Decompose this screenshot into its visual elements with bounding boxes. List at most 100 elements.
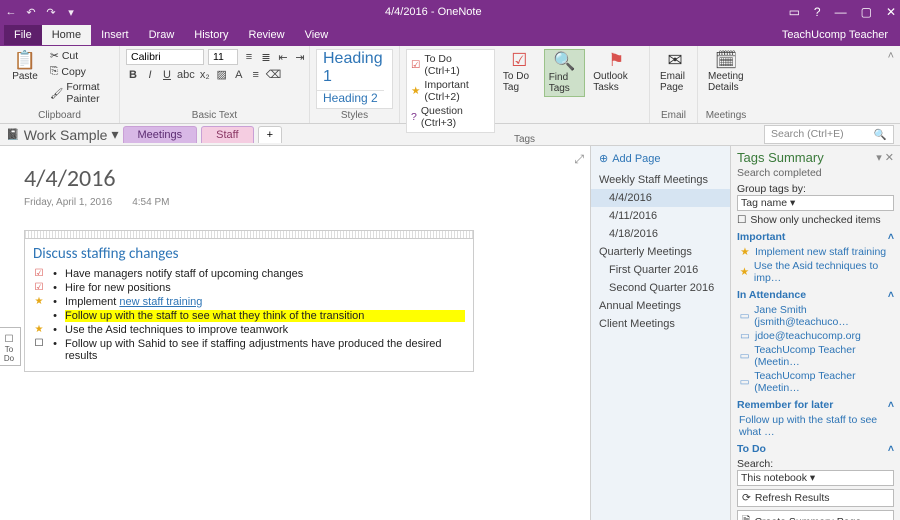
underline-button[interactable]: U [160,69,174,81]
fullpage-icon[interactable]: ⤢ [574,152,584,167]
font-size-select[interactable]: 11 [208,49,238,65]
list-item[interactable]: ★•Use the Asid techniques to improve tea… [25,323,465,337]
indent-icon[interactable]: ⇥ [293,51,307,64]
email-page-button[interactable]: ✉Email Page [656,49,694,95]
page-item[interactable]: 4/18/2016 [591,225,730,243]
todo-tag-button[interactable]: ☑To Do Tag [499,49,540,95]
paste-button[interactable]: 📋Paste [6,49,44,84]
page-item[interactable]: First Quarter 2016 [591,261,730,279]
notebook-icon[interactable]: 📓 [6,128,20,141]
tag-section-todo[interactable]: To Do˄ [737,443,894,455]
font-color-button[interactable]: A [232,69,246,81]
tag-result[interactable]: ▭Jane Smith (jsmith@teachuco… [737,303,894,329]
page-group[interactable]: Quarterly Meetings [591,243,730,261]
list-item[interactable]: ☑•Hire for new positions [25,281,465,295]
page-group[interactable]: Annual Meetings [591,297,730,315]
tab-history[interactable]: History [184,25,238,45]
strike-button[interactable]: abc [177,69,195,81]
ribbon-options-icon[interactable]: ▭ [789,5,800,19]
outdent-icon[interactable]: ⇤ [276,51,290,64]
cut-button[interactable]: ✂Cut [48,49,113,63]
italic-button[interactable]: I [143,69,157,81]
tab-review[interactable]: Review [239,25,295,45]
maximize-icon[interactable]: ▢ [861,5,872,19]
section-tab-staff[interactable]: Staff [201,126,253,143]
tag-option-question[interactable]: ?Question (Ctrl+3) [411,104,490,130]
tag-option-todo[interactable]: ☑To Do (Ctrl+1) [411,52,490,78]
add-page-button[interactable]: ⊕Add Page [591,146,730,171]
tab-draw[interactable]: Draw [139,25,185,45]
bullets-icon[interactable]: ≡ [242,51,256,63]
notebook-name[interactable]: Work Sample▾ [24,126,119,143]
outlook-tasks-button[interactable]: ⚑Outlook Tasks [589,49,643,95]
note-heading[interactable]: Discuss staffing changes [25,239,473,267]
tag-result[interactable]: ▭TeachUcomp Teacher (Meetin… [737,343,894,369]
tab-insert[interactable]: Insert [91,25,139,45]
copy-button[interactable]: ⎘Copy [48,64,113,79]
style-heading2[interactable]: Heading 2 [317,90,384,105]
redo-icon[interactable]: ↷ [44,6,58,19]
pane-status: Search completed [737,167,894,179]
back-icon[interactable]: ← [4,6,18,18]
close-icon[interactable]: ✕ [886,5,896,19]
list-item[interactable]: •Follow up with the staff to see what th… [25,309,465,323]
subscript-button[interactable]: x₂ [198,69,212,81]
align-button[interactable]: ≡ [249,69,263,81]
note-drag-handle[interactable] [25,231,473,239]
group-label-basictext: Basic Text [126,109,303,121]
qat-more-icon[interactable]: ▾ [64,6,78,19]
numbering-icon[interactable]: ≣ [259,51,273,64]
tab-file[interactable]: File [4,25,42,45]
font-family-select[interactable]: Calibri [126,49,204,65]
tag-result[interactable]: ▭jdoe@teachucomp.org [737,329,894,343]
tab-home[interactable]: Home [42,25,91,45]
tag-section-remember[interactable]: Remember for later˄ [737,399,894,411]
page-group[interactable]: Weekly Staff Meetings [591,171,730,189]
page-item[interactable]: Second Quarter 2016 [591,279,730,297]
refresh-results-button[interactable]: ⟳Refresh Results [737,489,894,507]
pane-options-icon[interactable]: ▾ [876,152,882,164]
pane-close-icon[interactable]: ✕ [885,152,894,164]
page-group[interactable]: Client Meetings [591,315,730,333]
brush-icon: 🖌 [50,87,63,100]
collapse-ribbon-icon[interactable]: ˄ [882,46,900,123]
groupby-select[interactable]: Tag name ▾ [737,195,894,211]
page-item[interactable]: 4/4/2016 [591,189,730,207]
clear-format-button[interactable]: ⌫ [266,68,282,81]
tag-result[interactable]: Follow up with the staff to see what … [737,413,894,439]
list-item[interactable]: ☐•Follow up with Sahid to see if staffin… [25,337,465,363]
search-input[interactable]: Search (Ctrl+E)🔍 [764,125,894,144]
create-summary-button[interactable]: 🗎Create Summary Page [737,510,894,520]
pane-title: Tags Summary [737,150,824,165]
page-canvas[interactable]: ⤢ 4/4/2016 Friday, April 1, 2016 4:54 PM… [0,146,590,520]
groupby-label: Group tags by: [737,183,894,195]
link[interactable]: new staff training [119,296,202,308]
section-tab-meetings[interactable]: Meetings [123,126,198,143]
section-tab-add[interactable]: + [258,126,282,143]
bold-button[interactable]: B [126,69,140,81]
page-title[interactable]: 4/4/2016 [24,164,566,193]
tag-option-important[interactable]: ★Important (Ctrl+2) [411,78,490,104]
tag-result[interactable]: ▭TeachUcomp Teacher (Meetin… [737,369,894,395]
tag-result[interactable]: ★Implement new staff training [737,245,894,259]
show-unchecked-checkbox[interactable]: ☐Show only unchecked items [737,214,894,226]
todo-flyout[interactable]: To Do [0,327,21,366]
list-item[interactable]: ☑•Have managers notify staff of upcoming… [25,267,465,281]
list-item[interactable]: ★•Implement new staff training [25,295,465,309]
help-icon[interactable]: ? [814,5,821,19]
page-item[interactable]: 4/11/2016 [591,207,730,225]
format-painter-button[interactable]: 🖌Format Painter [48,80,113,106]
note-container[interactable]: To Do Discuss staffing changes ☑•Have ma… [24,230,474,372]
highlight-button[interactable]: ▨ [215,68,229,81]
search-scope-select[interactable]: This notebook ▾ [737,470,894,486]
undo-icon[interactable]: ↶ [24,6,38,19]
meeting-details-button[interactable]: 🗓Meeting Details [704,49,748,95]
tag-result[interactable]: ★Use the Asid techniques to imp… [737,259,894,285]
tag-section-attendance[interactable]: In Attendance˄ [737,289,894,301]
find-tags-button[interactable]: 🔍Find Tags [544,49,586,97]
style-heading1[interactable]: Heading 1 [317,50,392,86]
tag-section-important[interactable]: Important˄ [737,231,894,243]
signed-in-user[interactable]: TeachUcomp Teacher [782,29,896,41]
tab-view[interactable]: View [295,25,339,45]
minimize-icon[interactable]: ― [835,5,847,19]
